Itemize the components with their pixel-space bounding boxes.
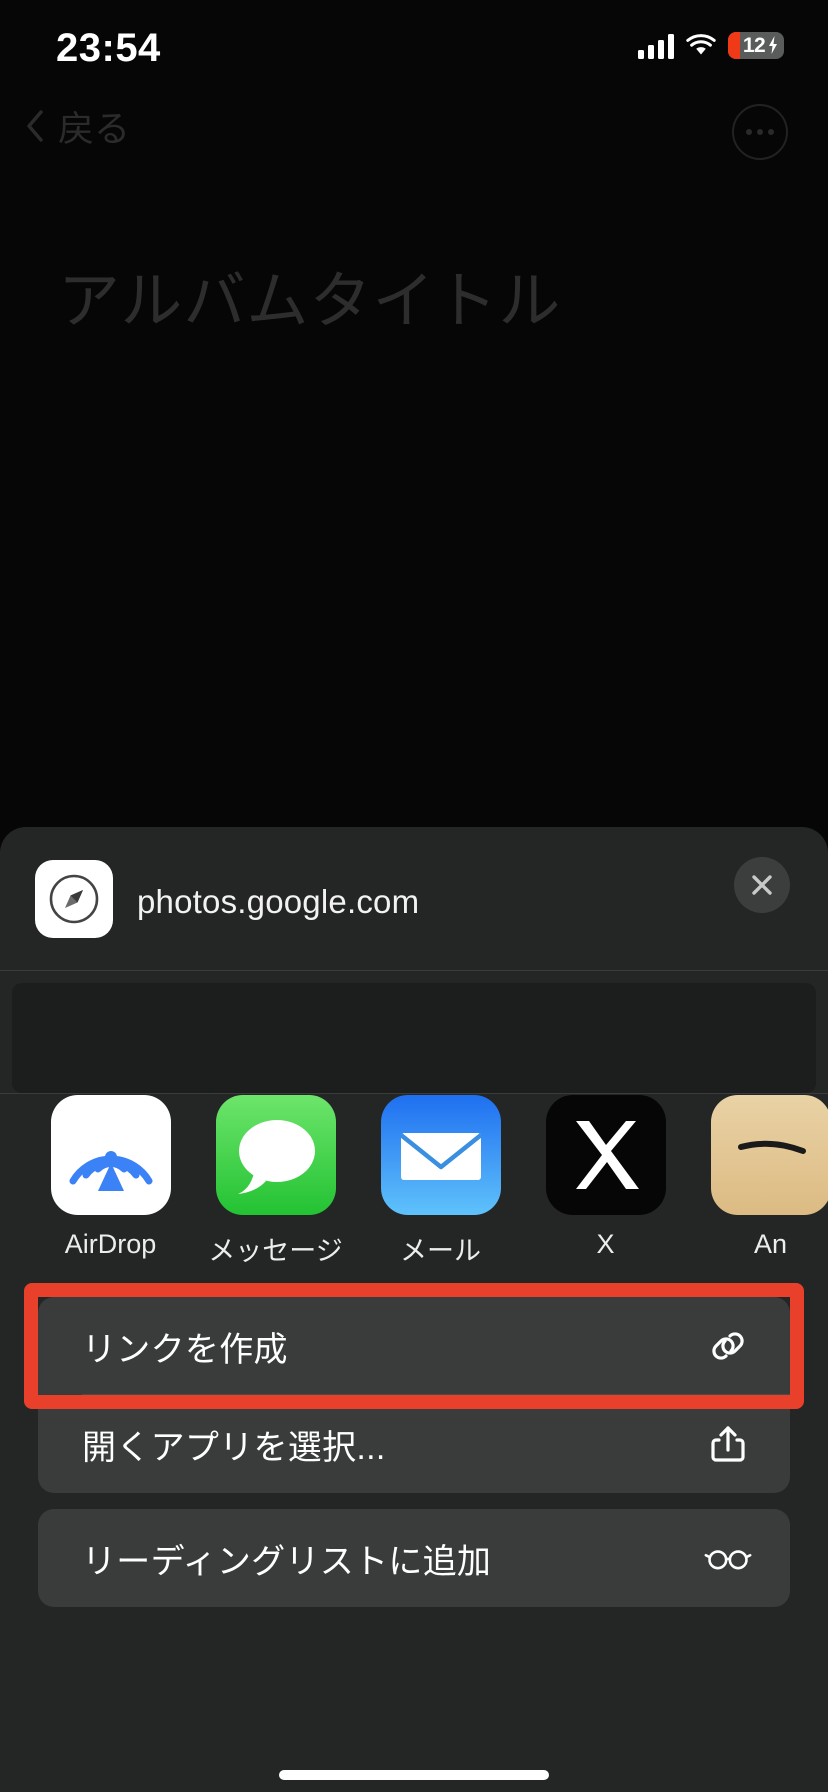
album-title-input[interactable]: アルバムタイトル [58,250,561,340]
share-app-row[interactable]: AirDrop メッセージ メール X An [0,1095,828,1295]
action-row-create-link[interactable]: リンクを作成 [38,1297,790,1395]
share-app-label: X [596,1229,615,1259]
x-app-icon [545,1095,666,1215]
action-row-open-in-app[interactable]: 開くアプリを選択... [38,1395,790,1493]
messages-icon [215,1095,336,1215]
ellipsis-circle-icon[interactable] [732,104,788,160]
share-sheet: photos.google.com AirDrop メッセージ メール X An… [0,827,828,1792]
action-label: 開くアプリを選択... [82,1428,386,1467]
safari-compass-icon [35,860,113,938]
airdrop-icon [50,1095,171,1215]
status-bar-indicators: 12 [638,32,784,59]
share-app-label: メール [400,1236,481,1266]
action-row-add-reading-list[interactable]: リーディングリストに追加 [38,1509,790,1607]
home-indicator[interactable] [279,1770,549,1780]
back-button[interactable]: 戻る [26,100,130,152]
share-preview-card [12,983,816,1093]
share-app-label: AirDrop [64,1229,157,1259]
preview-divider [0,1093,828,1094]
close-icon[interactable] [734,857,790,913]
glasses-icon [704,1534,752,1582]
share-app-mail[interactable]: メール [358,1095,523,1268]
screen: 23:54 12 戻る アルバムタイトル photos.google.com A… [0,0,828,1792]
share-app-an[interactable]: An [688,1095,828,1260]
action-group-secondary: リーディングリストに追加 [38,1509,790,1607]
chevron-left-icon [26,110,44,142]
charging-bolt-icon [768,36,778,59]
link-icon [704,1322,752,1370]
action-label: リンクを作成 [82,1330,288,1369]
share-app-messages[interactable]: メッセージ [193,1095,358,1268]
share-app-x[interactable]: X [523,1095,688,1260]
wifi-icon [686,33,716,58]
share-icon [704,1420,752,1468]
action-group-primary: リンクを作成 開くアプリを選択... [38,1297,790,1493]
battery-icon: 12 [728,32,784,59]
status-bar-clock: 23:54 [56,26,161,70]
action-label: リーディングリストに追加 [82,1542,492,1581]
share-sheet-header: photos.google.com [0,827,828,971]
share-source-url: photos.google.com [137,883,420,920]
an-app-icon [710,1095,828,1215]
share-app-airdrop[interactable]: AirDrop [28,1095,193,1260]
cellular-signal-icon [638,33,674,59]
back-button-label: 戻る [58,108,131,149]
share-action-list: リンクを作成 開くアプリを選択... リーディングリストに追加 [0,1283,828,1623]
share-app-label: メッセージ [208,1236,343,1266]
mail-icon [380,1095,501,1215]
share-app-label: An [753,1229,788,1259]
navigation-bar: 戻る [0,92,828,164]
share-preview-area [0,971,828,1093]
